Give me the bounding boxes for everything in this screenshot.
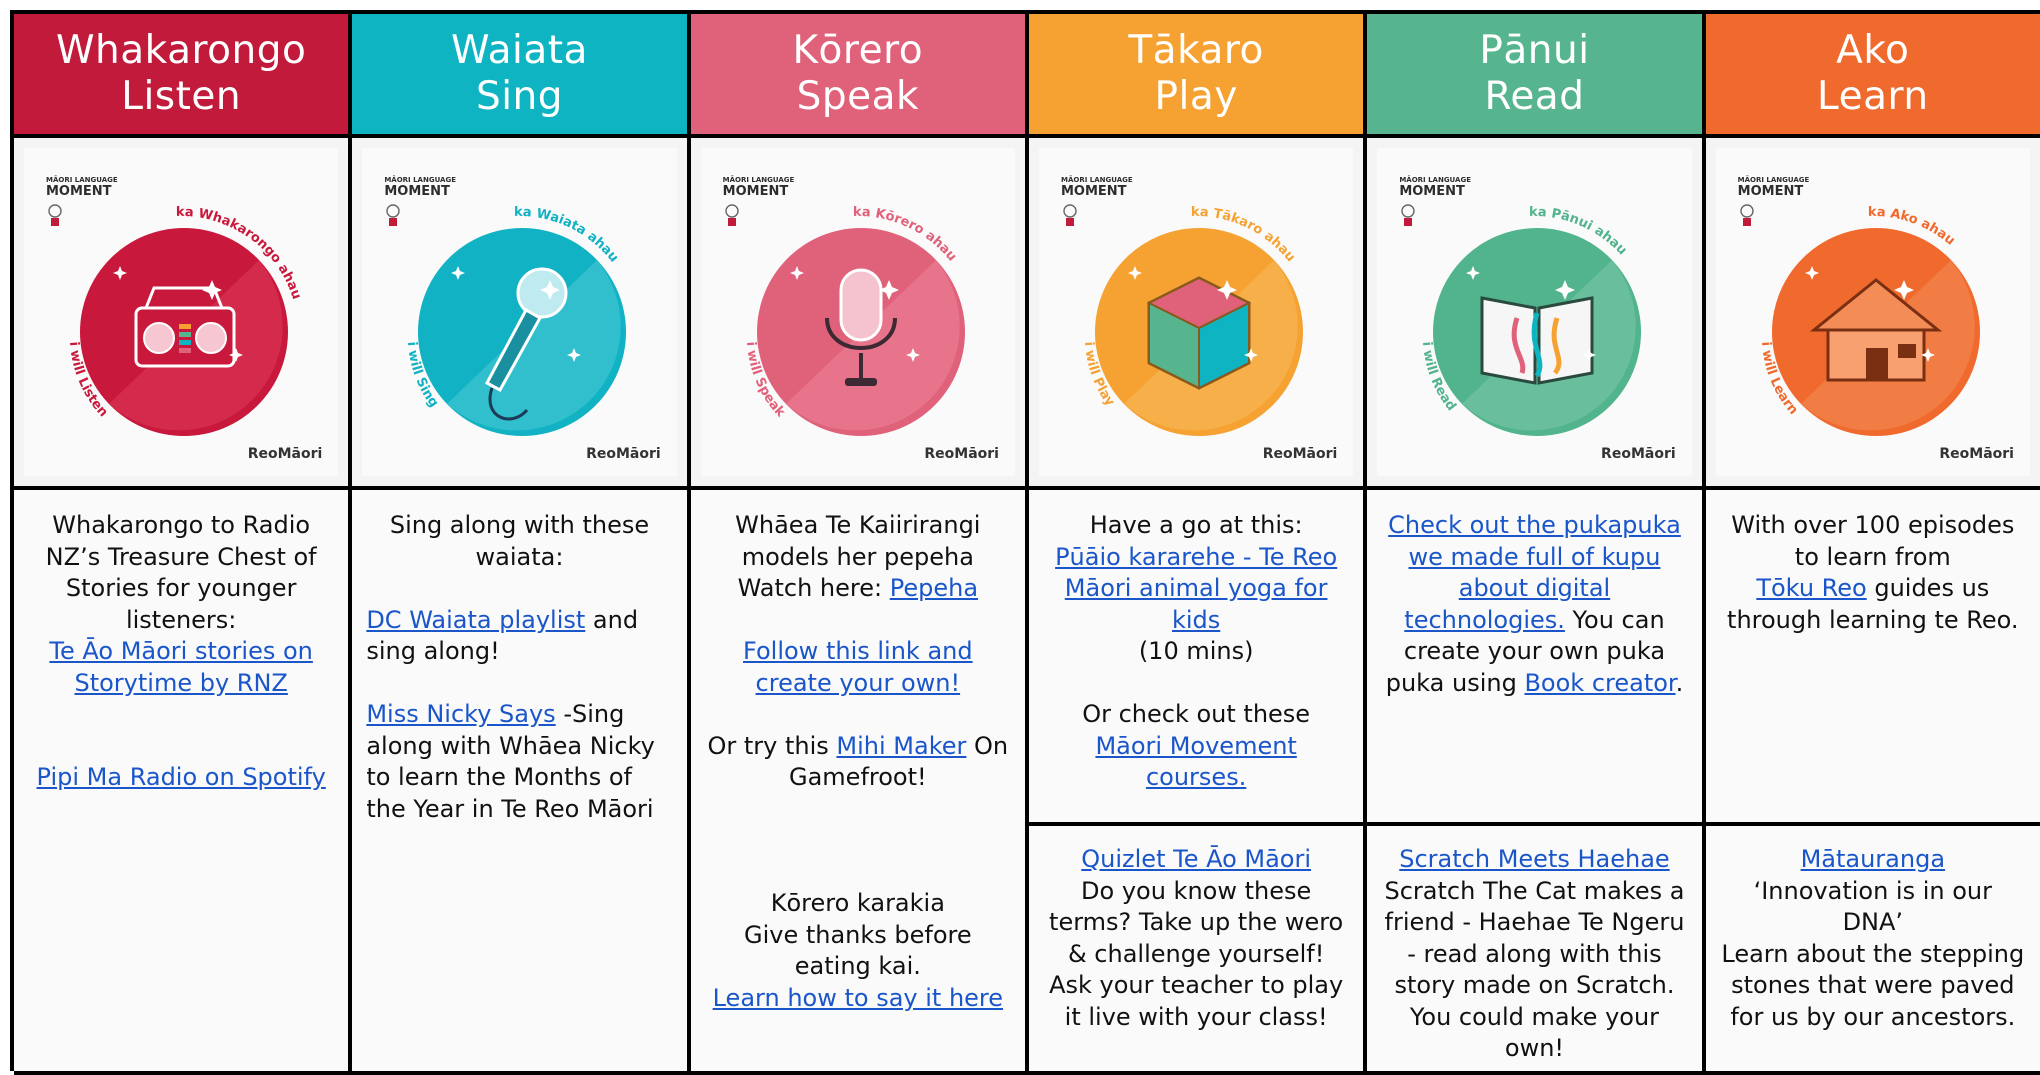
moment-card-learn: MĀORI LANGUAGE MOMENT ka Ako ahau i will… (1715, 148, 2030, 476)
karakia-title: Kōrero karakia (770, 889, 945, 917)
quizlet-link[interactable]: Quizlet Te Āo Māori (1043, 844, 1349, 876)
header-maori: Ako (1836, 28, 1910, 73)
reo-maori-logo: ReoMāori (1939, 446, 2014, 462)
header-english: Learn (1817, 74, 1929, 119)
play-content-bottom: Quizlet Te Āo Māori Do you know these te… (1028, 826, 1368, 1075)
header-maori: Pānui (1479, 28, 1590, 73)
speak-watch: Watch here: (737, 574, 890, 602)
toku-reo-link[interactable]: Tōku Reo (1756, 574, 1866, 602)
header-english: Speak (796, 74, 920, 119)
sing-intro: Sing along with these waiata: (389, 511, 650, 571)
moment-card-sing: MĀORI LANGUAGE MOMENT ka Waiata ahau i w… (362, 148, 677, 476)
quizlet-text: Do you know these terms? Take up the wer… (1049, 876, 1344, 1031)
learn-intro: With over 100 episodes to learn from (1731, 511, 2015, 571)
read-end: . (1675, 668, 1684, 697)
speak-watch-line: Watch here: Pepeha (705, 573, 1011, 605)
mihi-maker-link[interactable]: Mihi Maker (836, 732, 966, 760)
header-maori: Tākaro (1128, 28, 1264, 73)
scratch-link[interactable]: Scratch Meets Haehae (1381, 844, 1687, 876)
cube-icon-illustration: ka Tākaro ahau i will Play (1081, 205, 1303, 436)
reo-maori-logo: ReoMāori (924, 446, 999, 462)
karakia-link[interactable]: Learn how to say it here (705, 983, 1011, 1015)
follow-link[interactable]: Follow this link and create your own! (705, 636, 1011, 699)
header-listen: Whakarongo Listen (14, 14, 353, 138)
header-maori: Waiata (451, 28, 588, 73)
reo-maori-logo: ReoMāori (1262, 446, 1338, 462)
read-content-bottom: Scratch Meets Haehae Scratch The Cat mak… (1367, 826, 1706, 1075)
book-creator-link[interactable]: Book creator (1524, 669, 1675, 697)
header-english: Read (1484, 74, 1585, 119)
header-maori: Kōrero (792, 28, 924, 73)
card-cell-play: MĀORI LANGUAGE MOMENT ka Tākaro ahau i w… (1028, 138, 1368, 490)
storytime-link[interactable]: Te Āo Māori stories on Storytime by RNZ (28, 636, 334, 699)
reo-maori-logo: ReoMāori (586, 446, 661, 462)
boombox-icon-illustration: ka Whakarongo ahau i will Listen (66, 205, 304, 436)
sing-nicky-para: Miss Nicky Says -Sing along with Whāea N… (366, 699, 672, 825)
matauranga-link[interactable]: Mātauranga (1720, 844, 2026, 876)
miss-nicky-says-link[interactable]: Miss Nicky Says (366, 700, 555, 728)
moment-card-read: MĀORI LANGUAGE MOMENT ka Pānui ahau i wi… (1377, 148, 1692, 476)
listen-content: Whakarongo to Radio NZ’s Treasure Chest … (14, 490, 353, 1075)
card-cell-read: MĀORI LANGUAGE MOMENT ka Pānui ahau i wi… (1367, 138, 1706, 490)
sing-playlist-para: DC Waiata playlist and sing along! (366, 605, 672, 668)
microphone-icon-illustration: ka Waiata ahau i will Sing (404, 205, 627, 436)
scratch-text: Scratch The Cat makes a friend - Haehae … (1384, 876, 1685, 1063)
reo-maori-logo: ReoMāori (1601, 446, 1676, 462)
play-or: Or check out these (1082, 700, 1311, 728)
reo-maori-logo: ReoMāori (247, 446, 323, 462)
karakia-text: Give thanks before eating kai. (743, 920, 972, 981)
card-cell-sing: MĀORI LANGUAGE MOMENT ka Waiata ahau i w… (352, 138, 691, 490)
header-learn: Ako Learn (1705, 14, 2040, 138)
matauranga-quote: ‘Innovation is in our DNA’ (1753, 876, 1992, 937)
matauranga-text: Learn about the stepping stones that wer… (1721, 939, 2025, 1031)
header-sing: Waiata Sing (352, 14, 691, 138)
play-content-top: Have a go at this: Pūāio kararehe - Te R… (1028, 490, 1368, 826)
card-cell-listen: MĀORI LANGUAGE MOMENT ka Whakarongo ahau… (14, 138, 353, 490)
meeting-house-icon-illustration: ka Ako ahau i will Learn (1758, 205, 1980, 436)
play-intro: Have a go at this: (1089, 511, 1303, 539)
book-icon-illustration: ka Pānui ahau i will Read (1419, 205, 1642, 436)
read-content-top: Check out the pukapuka we made full of k… (1367, 490, 1706, 826)
listen-intro: Whakarongo to Radio NZ’s Treasure Chest … (45, 511, 317, 634)
card-cell-speak: MĀORI LANGUAGE MOMENT ka Kōrero ahau i w… (690, 138, 1029, 490)
learn-content-top: With over 100 episodes to learn from Tōk… (1705, 490, 2040, 826)
header-english: Play (1154, 74, 1238, 119)
dc-waiata-playlist-link[interactable]: DC Waiata playlist (366, 606, 585, 634)
header-english: Sing (475, 74, 564, 119)
pipi-ma-radio-link[interactable]: Pipi Ma Radio on Spotify (28, 762, 334, 794)
activity-grid: Whakarongo Listen Waiata Sing Kōrero Spe… (10, 10, 2040, 1075)
header-read: Pānui Read (1367, 14, 1706, 138)
play-mins: (10 mins) (1138, 637, 1254, 665)
cube-icon (1146, 276, 1252, 390)
moment-card-play: MĀORI LANGUAGE MOMENT ka Tākaro ahau i w… (1038, 148, 1354, 476)
learn-content-bottom: Mātauranga ‘Innovation is in our DNA’ Le… (1705, 826, 2040, 1075)
card-cell-learn: MĀORI LANGUAGE MOMENT ka Ako ahau i will… (1705, 138, 2040, 490)
speak-mihi-line: Or try this Mihi Maker On Gamefroot! (705, 731, 1011, 794)
moment-card-speak: MĀORI LANGUAGE MOMENT ka Kōrero ahau i w… (700, 148, 1015, 476)
maori-movement-link[interactable]: Māori Movement courses. (1043, 731, 1349, 794)
header-english: Listen (121, 74, 242, 119)
moment-card-listen: MĀORI LANGUAGE MOMENT ka Whakarongo ahau… (24, 148, 339, 476)
header-speak: Kōrero Speak (690, 14, 1029, 138)
header-maori: Whakarongo (55, 28, 307, 73)
pepeha-link[interactable]: Pepeha (890, 574, 978, 602)
animal-yoga-link[interactable]: Pūāio kararehe - Te Reo Māori animal yog… (1043, 542, 1349, 637)
sing-content: Sing along with these waiata: DC Waiata … (352, 490, 691, 1075)
studio-mic-icon-illustration: ka Kōrero ahau i will Speak (743, 205, 965, 436)
speak-try: Or try this (707, 731, 837, 760)
header-play: Tākaro Play (1028, 14, 1368, 138)
speak-content: Whāea Te Kaiirirangi models her pepeha W… (690, 490, 1029, 1075)
speak-intro: Whāea Te Kaiirirangi models her pepeha (735, 511, 981, 571)
